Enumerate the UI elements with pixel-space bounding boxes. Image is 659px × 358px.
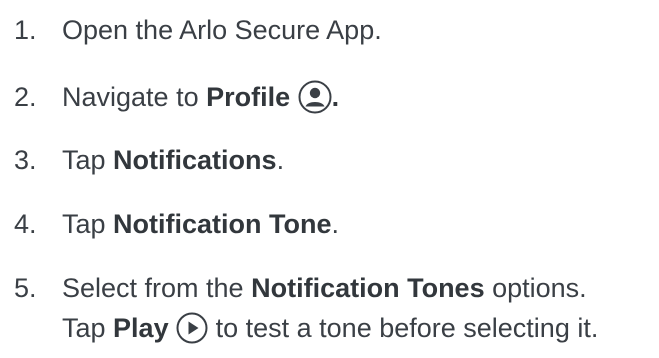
profile-icon [298,80,332,114]
step-text: Tap Notifications. [62,142,284,178]
step-text-plain: Tap [62,313,114,343]
play-icon [176,312,208,344]
step-text-bold: Notification Tone [113,209,332,239]
instruction-list: 1. Open the Arlo Secure App. 2. Navigate… [0,0,659,358]
step-number: 2. [14,82,37,112]
step-text-after: to test a tone before selecting it. [208,313,599,343]
step-text-plain: Tap [62,209,114,239]
step-text-after: . [276,145,285,175]
step-text-bold: Notification Tones [251,273,485,303]
step-text-plain: Tap [62,145,114,175]
step-number: 3. [14,145,37,175]
step-text-plain: Open the Arlo Secure App. [62,15,382,45]
step-text-bold: Notifications [113,145,277,175]
step-line-1: Select from the Notification Tones optio… [62,270,598,306]
step-text-plain: Select from the [62,273,252,303]
step-text: Tap Notification Tone. [62,206,339,242]
step-text-after: . [331,209,340,239]
step-text-after: options. [484,273,587,303]
step-text-bold-period: . [331,82,340,112]
step-text: Open the Arlo Secure App. [62,12,382,48]
step-number: 5. [14,273,37,303]
step-text: Select from the Notification Tones optio… [62,270,598,346]
step-text-plain: Navigate to [62,82,207,112]
step-text: Navigate to Profile . [62,79,339,116]
step-number: 4. [14,209,37,239]
step-text-bold: Play [113,313,169,343]
step-number: 1. [14,15,37,45]
step-text-bold: Profile [206,82,291,112]
step-line-2: Tap Play to test a tone before selecting… [62,310,598,346]
